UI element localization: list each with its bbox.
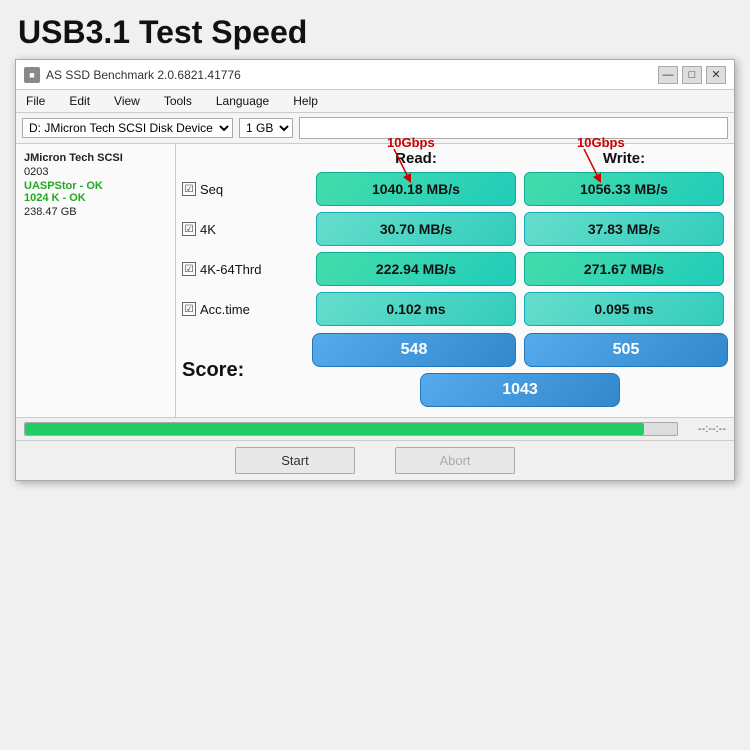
checkbox-4k64thrd[interactable]: ☑ [182, 262, 196, 276]
read-header: Read: [312, 150, 520, 167]
checkbox-seq[interactable]: ☑ [182, 182, 196, 196]
close-button[interactable]: ✕ [706, 66, 726, 84]
output-field[interactable] [299, 117, 728, 139]
page-title: USB3.1 Test Speed [10, 10, 740, 59]
device-name: JMicron Tech SCSI [24, 152, 167, 164]
menu-help[interactable]: Help [287, 92, 324, 110]
score-total-row: 1043 [312, 373, 728, 407]
bench-row-4k64thrd: ☑ 4K-64Thrd 222.94 MB/s 271.67 MB/s [182, 251, 728, 287]
title-bar-left: ■ AS SSD Benchmark 2.0.6821.41776 [24, 67, 241, 83]
menu-view[interactable]: View [108, 92, 146, 110]
menu-language[interactable]: Language [210, 92, 275, 110]
results-panel: Read: Write: 10Gbps [176, 144, 734, 417]
maximize-button[interactable]: □ [682, 66, 702, 84]
uasp-status: UASPStor - OK [24, 180, 167, 192]
info-panel: JMicron Tech SCSI 0203 UASPStor - OK 102… [16, 144, 176, 417]
score-cells: 548 505 1043 [312, 333, 728, 407]
score-read-cell: 548 [312, 333, 516, 367]
progress-time: --:--:-- [686, 423, 726, 435]
menu-file[interactable]: File [20, 92, 51, 110]
cache-status: 1024 K - OK [24, 192, 167, 204]
bench-label-seq: ☑ Seq [182, 182, 312, 197]
progress-bar-inner [25, 423, 644, 435]
title-bar: ■ AS SSD Benchmark 2.0.6821.41776 — □ ✕ [16, 60, 734, 90]
checkbox-acctime[interactable]: ☑ [182, 302, 196, 316]
title-bar-controls: — □ ✕ [658, 66, 726, 84]
bench-row-acctime: ☑ Acc.time 0.102 ms 0.095 ms [182, 291, 728, 327]
acctime-write-cell: 0.095 ms [524, 292, 724, 326]
menu-bar: File Edit View Tools Language Help [16, 90, 734, 113]
device-id: 0203 [24, 166, 167, 178]
main-content: JMicron Tech SCSI 0203 UASPStor - OK 102… [16, 144, 734, 417]
disk-select[interactable]: D: JMicron Tech SCSI Disk Device [22, 118, 233, 138]
4k64thrd-read-cell: 222.94 MB/s [316, 252, 516, 286]
start-button[interactable]: Start [235, 447, 355, 474]
progress-area: --:--:-- [16, 417, 734, 440]
app-window: ■ AS SSD Benchmark 2.0.6821.41776 — □ ✕ … [15, 59, 735, 481]
menu-edit[interactable]: Edit [63, 92, 96, 110]
menu-tools[interactable]: Tools [158, 92, 198, 110]
toolbar: D: JMicron Tech SCSI Disk Device 1 GB [16, 113, 734, 144]
score-write-cell: 505 [524, 333, 728, 367]
score-label: Score: [182, 359, 312, 382]
bench-label-acctime: ☑ Acc.time [182, 302, 312, 317]
minimize-button[interactable]: — [658, 66, 678, 84]
bench-row-seq: ☑ Seq 1040.18 MB/s 1056.33 MB/s [182, 171, 728, 207]
acctime-read-cell: 0.102 ms [316, 292, 516, 326]
window-title: AS SSD Benchmark 2.0.6821.41776 [46, 68, 241, 82]
disk-size: 238.47 GB [24, 206, 167, 218]
seq-read-cell: 1040.18 MB/s [316, 172, 516, 206]
results-header: Read: Write: [182, 150, 728, 167]
size-select[interactable]: 1 GB [239, 118, 293, 138]
abort-button[interactable]: Abort [395, 447, 515, 474]
bottom-bar: Start Abort [16, 440, 734, 480]
4k-read-cell: 30.70 MB/s [316, 212, 516, 246]
bench-label-4k: ☑ 4K [182, 222, 312, 237]
score-section: Score: 548 505 1043 [182, 333, 728, 407]
progress-bar-outer [24, 422, 678, 436]
4k-write-cell: 37.83 MB/s [524, 212, 724, 246]
bench-row-4k: ☑ 4K 30.70 MB/s 37.83 MB/s [182, 211, 728, 247]
seq-write-cell: 1056.33 MB/s [524, 172, 724, 206]
app-icon: ■ [24, 67, 40, 83]
4k64thrd-write-cell: 271.67 MB/s [524, 252, 724, 286]
score-top-row: 548 505 [312, 333, 728, 367]
bench-label-4k64thrd: ☑ 4K-64Thrd [182, 262, 312, 277]
score-total-cell: 1043 [420, 373, 620, 407]
checkbox-4k[interactable]: ☑ [182, 222, 196, 236]
write-header: Write: [520, 150, 728, 167]
